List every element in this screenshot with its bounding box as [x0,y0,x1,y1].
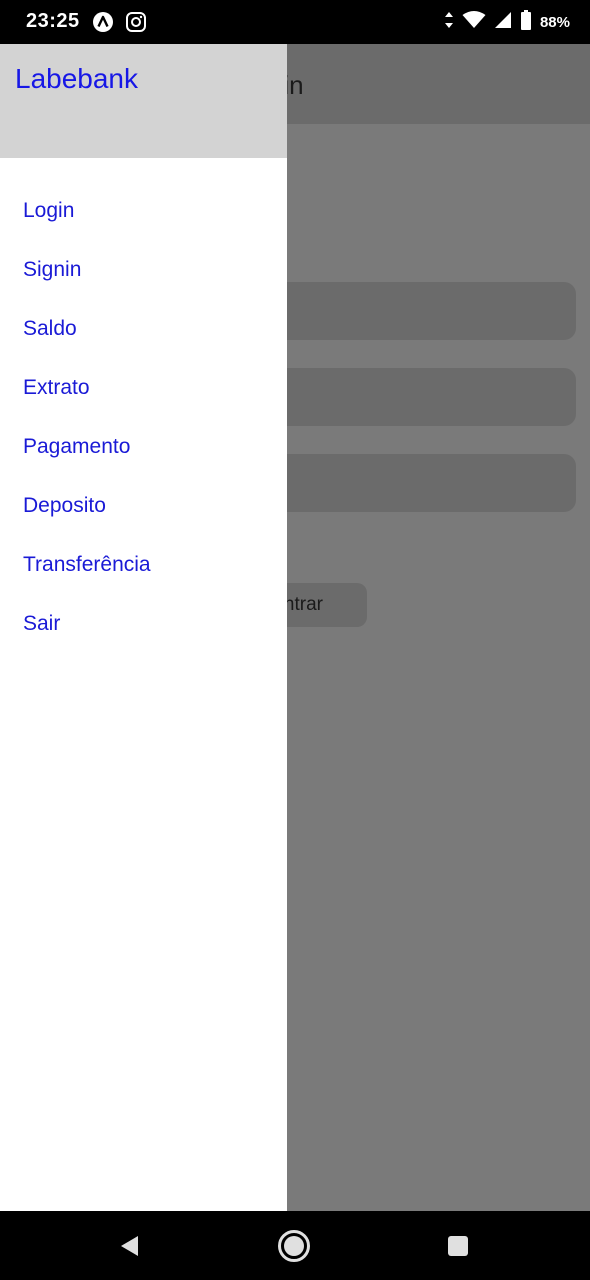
status-bar: 23:25 88% [0,0,590,44]
recents-icon[interactable] [441,1229,475,1263]
input-field [240,454,576,512]
navigation-drawer: Labebank Login Signin Saldo Extrato Paga… [0,44,287,1211]
drawer-item-saldo[interactable]: Saldo [0,299,287,358]
drawer-item-signin[interactable]: Signin [0,240,287,299]
drawer-item-login[interactable]: Login [0,181,287,240]
data-arrows-icon [444,11,454,34]
instagram-icon [125,11,147,33]
drawer-item-sair[interactable]: Sair [0,594,287,653]
drawer-item-deposito[interactable]: Deposito [0,476,287,535]
status-indicators: 88% [444,9,570,35]
input-field [240,368,576,426]
status-time: 23:25 [26,10,80,32]
home-icon[interactable] [277,1229,311,1263]
app-a-icon [92,11,114,33]
signal-icon [494,11,512,34]
drawer-title: Labebank [15,63,139,94]
wifi-icon [462,10,486,34]
drawer-item-extrato[interactable]: Extrato [0,358,287,417]
back-icon[interactable] [113,1229,147,1263]
battery-percentage: 88% [539,13,570,31]
drawer-item-transferencia[interactable]: Transferência [0,535,287,594]
system-nav-bar [0,1211,590,1280]
drawer-item-pagamento[interactable]: Pagamento [0,417,287,476]
screen: 23:25 88% Entrar Labebank Login Signin S… [0,0,590,1280]
drawer-menu: Login Signin Saldo Extrato Pagamento Dep… [0,181,287,653]
drawer-header: Labebank [0,44,287,158]
input-field [240,282,576,340]
battery-icon [520,9,532,35]
